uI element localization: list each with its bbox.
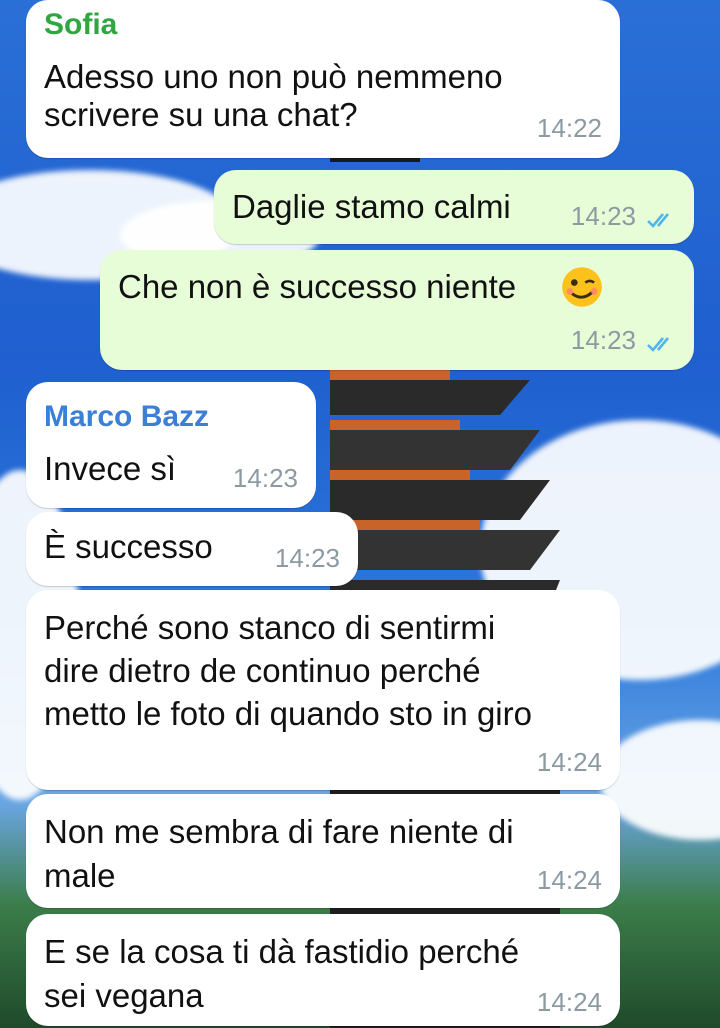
message-text: Adesso uno non può nemmeno scrivere su u…	[44, 58, 503, 133]
message-bubble-incoming[interactable]: E se la cosa ti dà fastidio perché sei v…	[26, 914, 620, 1026]
message-text: E se la cosa ti dà fastidio perché sei v…	[44, 933, 520, 1014]
message-text: Non me sembra di fare niente di male	[44, 813, 514, 894]
message-bubble-incoming[interactable]: Marco Bazz Invece sì 14:23	[26, 382, 316, 508]
message-text: Perché sono stanco di sentirmi dire diet…	[44, 609, 532, 732]
message-timestamp: 14:23	[232, 463, 298, 493]
message-timestamp: 14:24	[536, 747, 602, 777]
message-bubble-incoming[interactable]: Perché sono stanco di sentirmi dire diet…	[26, 590, 620, 790]
message-text: Invece sì	[44, 450, 177, 487]
message-bubble-incoming[interactable]: È successo 14:23	[26, 512, 358, 586]
message-bubble-outgoing[interactable]: Che non è successo niente 14:23	[100, 250, 694, 370]
sender-name[interactable]: Marco Bazz	[44, 400, 209, 434]
message-timestamp: 14:22	[536, 113, 602, 143]
read-receipt-icon	[647, 337, 669, 352]
message-text: Daglie stamo calmi	[232, 188, 511, 225]
message-text: Che non è successo niente	[118, 268, 517, 305]
message-bubble-incoming[interactable]: Sofia Adesso uno non può nemmeno scriver…	[26, 0, 620, 158]
sender-name[interactable]: Sofia	[44, 8, 117, 42]
message-bubble-incoming[interactable]: Non me sembra di fare niente di male 14:…	[26, 794, 620, 908]
read-receipt-icon	[647, 213, 669, 228]
message-text: È successo	[44, 528, 213, 565]
message-timestamp: 14:23	[570, 201, 636, 231]
message-timestamp: 14:24	[536, 987, 602, 1017]
message-timestamp: 14:23	[570, 325, 636, 355]
message-timestamp: 14:24	[536, 865, 602, 895]
winking-face-emoji-icon	[562, 267, 602, 307]
message-bubble-outgoing[interactable]: Daglie stamo calmi 14:23	[214, 170, 694, 244]
message-timestamp: 14:23	[274, 543, 340, 573]
